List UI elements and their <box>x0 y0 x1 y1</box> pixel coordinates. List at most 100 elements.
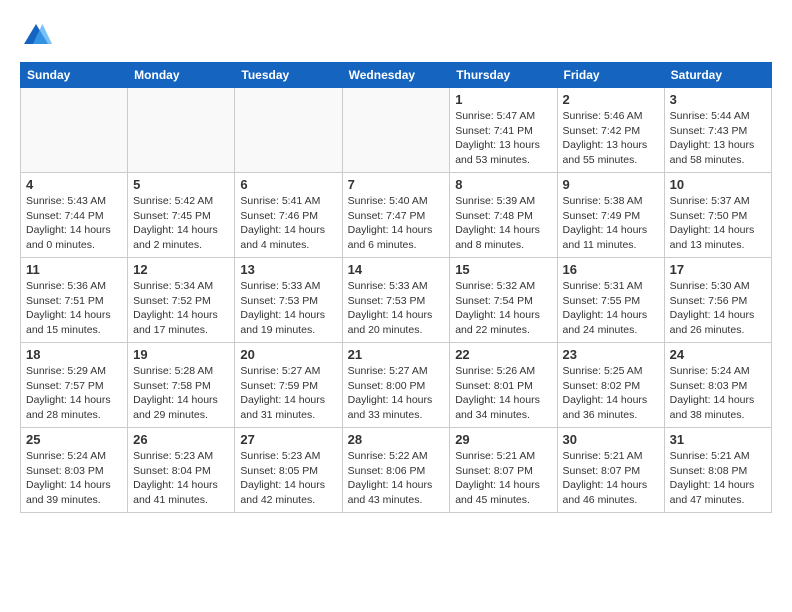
day-number: 13 <box>240 262 336 277</box>
calendar-day-cell: 27 Sunrise: 5:23 AMSunset: 8:05 PMDayligh… <box>235 428 342 513</box>
calendar-week-row: 25 Sunrise: 5:24 AMSunset: 8:03 PMDayligh… <box>21 428 772 513</box>
day-info: Sunrise: 5:31 AMSunset: 7:55 PMDaylight:… <box>563 279 659 338</box>
day-info: Sunrise: 5:42 AMSunset: 7:45 PMDaylight:… <box>133 194 229 253</box>
calendar-day-cell: 20 Sunrise: 5:27 AMSunset: 7:59 PMDayligh… <box>235 343 342 428</box>
day-number: 21 <box>348 347 445 362</box>
calendar-table: SundayMondayTuesdayWednesdayThursdayFrid… <box>20 62 772 513</box>
day-info: Sunrise: 5:24 AMSunset: 8:03 PMDaylight:… <box>26 449 122 508</box>
calendar-day-cell: 7 Sunrise: 5:40 AMSunset: 7:47 PMDaylight… <box>342 173 450 258</box>
day-number: 17 <box>670 262 766 277</box>
calendar-day-cell: 10 Sunrise: 5:37 AMSunset: 7:50 PMDayligh… <box>664 173 771 258</box>
day-number: 4 <box>26 177 122 192</box>
calendar-day-cell: 24Sunrise: 5:24 AMSunset: 8:03 PMDayligh… <box>664 343 771 428</box>
calendar-day-cell: 9 Sunrise: 5:38 AMSunset: 7:49 PMDaylight… <box>557 173 664 258</box>
day-number: 23 <box>563 347 659 362</box>
day-info: Sunrise: 5:41 AMSunset: 7:46 PMDaylight:… <box>240 194 336 253</box>
calendar-day-cell: 21 Sunrise: 5:27 AMSunset: 8:00 PMDayligh… <box>342 343 450 428</box>
calendar-day-cell: 29 Sunrise: 5:21 AMSunset: 8:07 PMDayligh… <box>450 428 557 513</box>
day-info: Sunrise: 5:43 AMSunset: 7:44 PMDaylight:… <box>26 194 122 253</box>
calendar-week-row: 1 Sunrise: 5:47 AMSunset: 7:41 PMDaylight… <box>21 88 772 173</box>
day-number: 1 <box>455 92 551 107</box>
calendar-day-cell <box>342 88 450 173</box>
day-info: Sunrise: 5:23 AMSunset: 8:04 PMDaylight:… <box>133 449 229 508</box>
day-info: Sunrise: 5:26 AMSunset: 8:01 PMDaylight:… <box>455 364 551 423</box>
calendar-day-cell: 4 Sunrise: 5:43 AMSunset: 7:44 PMDaylight… <box>21 173 128 258</box>
day-info: Sunrise: 5:32 AMSunset: 7:54 PMDaylight:… <box>455 279 551 338</box>
day-info: Sunrise: 5:24 AMSunset: 8:03 PMDaylight:… <box>670 364 766 423</box>
calendar-day-cell: 14 Sunrise: 5:33 AMSunset: 7:53 PMDayligh… <box>342 258 450 343</box>
day-number: 27 <box>240 432 336 447</box>
calendar-day-cell: 28 Sunrise: 5:22 AMSunset: 8:06 PMDayligh… <box>342 428 450 513</box>
calendar-day-cell <box>21 88 128 173</box>
day-number: 7 <box>348 177 445 192</box>
day-number: 19 <box>133 347 229 362</box>
day-number: 20 <box>240 347 336 362</box>
calendar-day-cell: 31 Sunrise: 5:21 AMSunset: 8:08 PMDayligh… <box>664 428 771 513</box>
day-info: Sunrise: 5:22 AMSunset: 8:06 PMDaylight:… <box>348 449 445 508</box>
day-number: 9 <box>563 177 659 192</box>
calendar-day-cell <box>128 88 235 173</box>
day-number: 18 <box>26 347 122 362</box>
day-info: Sunrise: 5:44 AMSunset: 7:43 PMDaylight:… <box>670 109 766 168</box>
calendar-day-cell: 3 Sunrise: 5:44 AMSunset: 7:43 PMDaylight… <box>664 88 771 173</box>
day-info: Sunrise: 5:27 AMSunset: 8:00 PMDaylight:… <box>348 364 445 423</box>
day-number: 15 <box>455 262 551 277</box>
day-info: Sunrise: 5:33 AMSunset: 7:53 PMDaylight:… <box>348 279 445 338</box>
day-number: 11 <box>26 262 122 277</box>
day-number: 30 <box>563 432 659 447</box>
calendar-week-row: 4 Sunrise: 5:43 AMSunset: 7:44 PMDaylight… <box>21 173 772 258</box>
day-info: Sunrise: 5:33 AMSunset: 7:53 PMDaylight:… <box>240 279 336 338</box>
calendar-day-cell: 18 Sunrise: 5:29 AMSunset: 7:57 PMDayligh… <box>21 343 128 428</box>
calendar-day-cell: 2Sunrise: 5:46 AMSunset: 7:42 PMDaylight… <box>557 88 664 173</box>
logo-icon <box>20 20 52 52</box>
calendar-day-header: Sunday <box>21 63 128 88</box>
logo <box>20 20 58 52</box>
day-info: Sunrise: 5:47 AMSunset: 7:41 PMDaylight:… <box>455 109 551 168</box>
calendar-day-cell: 15 Sunrise: 5:32 AMSunset: 7:54 PMDayligh… <box>450 258 557 343</box>
calendar-day-cell: 19 Sunrise: 5:28 AMSunset: 7:58 PMDayligh… <box>128 343 235 428</box>
day-number: 28 <box>348 432 445 447</box>
day-info: Sunrise: 5:25 AMSunset: 8:02 PMDaylight:… <box>563 364 659 423</box>
day-number: 3 <box>670 92 766 107</box>
calendar-day-header: Tuesday <box>235 63 342 88</box>
day-number: 6 <box>240 177 336 192</box>
day-info: Sunrise: 5:46 AMSunset: 7:42 PMDaylight:… <box>563 109 659 168</box>
page-header <box>20 20 772 52</box>
day-info: Sunrise: 5:36 AMSunset: 7:51 PMDaylight:… <box>26 279 122 338</box>
calendar-day-header: Thursday <box>450 63 557 88</box>
day-number: 29 <box>455 432 551 447</box>
day-info: Sunrise: 5:37 AMSunset: 7:50 PMDaylight:… <box>670 194 766 253</box>
calendar-day-cell: 13 Sunrise: 5:33 AMSunset: 7:53 PMDayligh… <box>235 258 342 343</box>
day-info: Sunrise: 5:27 AMSunset: 7:59 PMDaylight:… <box>240 364 336 423</box>
calendar-day-cell: 6 Sunrise: 5:41 AMSunset: 7:46 PMDaylight… <box>235 173 342 258</box>
calendar-day-cell: 11 Sunrise: 5:36 AMSunset: 7:51 PMDayligh… <box>21 258 128 343</box>
calendar-week-row: 18 Sunrise: 5:29 AMSunset: 7:57 PMDayligh… <box>21 343 772 428</box>
day-info: Sunrise: 5:38 AMSunset: 7:49 PMDaylight:… <box>563 194 659 253</box>
calendar-day-cell: 5 Sunrise: 5:42 AMSunset: 7:45 PMDaylight… <box>128 173 235 258</box>
calendar-day-cell: 17Sunrise: 5:30 AMSunset: 7:56 PMDayligh… <box>664 258 771 343</box>
day-info: Sunrise: 5:21 AMSunset: 8:08 PMDaylight:… <box>670 449 766 508</box>
calendar-header-row: SundayMondayTuesdayWednesdayThursdayFrid… <box>21 63 772 88</box>
day-info: Sunrise: 5:21 AMSunset: 8:07 PMDaylight:… <box>455 449 551 508</box>
calendar-day-cell: 30 Sunrise: 5:21 AMSunset: 8:07 PMDayligh… <box>557 428 664 513</box>
day-number: 12 <box>133 262 229 277</box>
day-number: 5 <box>133 177 229 192</box>
calendar-day-cell: 16 Sunrise: 5:31 AMSunset: 7:55 PMDayligh… <box>557 258 664 343</box>
day-number: 26 <box>133 432 229 447</box>
calendar-day-header: Friday <box>557 63 664 88</box>
day-info: Sunrise: 5:28 AMSunset: 7:58 PMDaylight:… <box>133 364 229 423</box>
day-info: Sunrise: 5:23 AMSunset: 8:05 PMDaylight:… <box>240 449 336 508</box>
day-number: 25 <box>26 432 122 447</box>
day-info: Sunrise: 5:39 AMSunset: 7:48 PMDaylight:… <box>455 194 551 253</box>
day-info: Sunrise: 5:29 AMSunset: 7:57 PMDaylight:… <box>26 364 122 423</box>
day-number: 31 <box>670 432 766 447</box>
calendar-day-cell: 12 Sunrise: 5:34 AMSunset: 7:52 PMDayligh… <box>128 258 235 343</box>
calendar-day-header: Monday <box>128 63 235 88</box>
day-number: 14 <box>348 262 445 277</box>
day-info: Sunrise: 5:40 AMSunset: 7:47 PMDaylight:… <box>348 194 445 253</box>
day-info: Sunrise: 5:34 AMSunset: 7:52 PMDaylight:… <box>133 279 229 338</box>
day-number: 10 <box>670 177 766 192</box>
day-number: 22 <box>455 347 551 362</box>
day-number: 16 <box>563 262 659 277</box>
day-info: Sunrise: 5:21 AMSunset: 8:07 PMDaylight:… <box>563 449 659 508</box>
